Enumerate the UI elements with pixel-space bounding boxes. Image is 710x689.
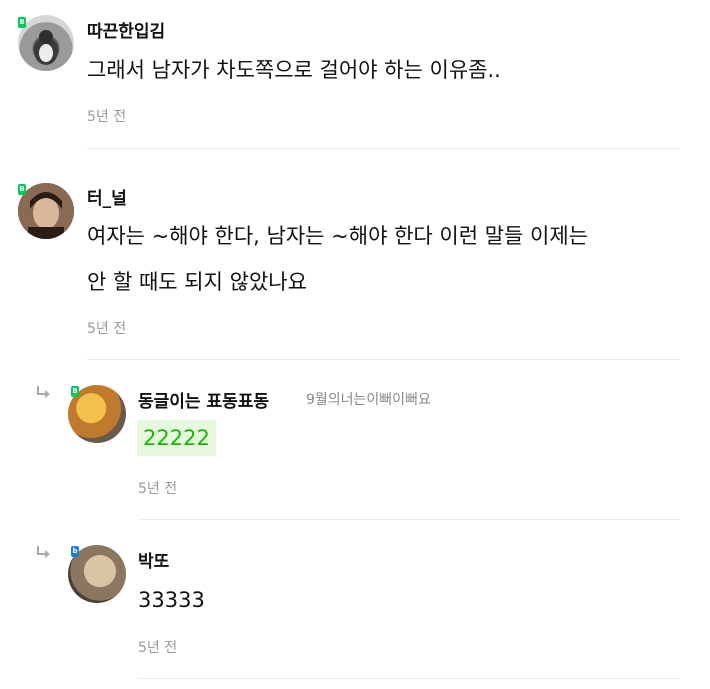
comment-text-line: 여자는 ~해야 한다, 남자는 ~해야 한다 이런 말들 이제는 [87, 224, 588, 248]
comment-text: 그래서 남자가 차도쪽으로 걸어야 하는 이유좀.. [87, 58, 501, 82]
comment-nickname[interactable]: 동글이는 표동표동 [138, 387, 269, 412]
divider [87, 148, 680, 149]
level-badge: B [18, 17, 26, 28]
highlighted-text: 22222 [137, 420, 216, 456]
comment-text: 22222 [137, 418, 216, 458]
comment-nickname[interactable]: 따끈한입김 [87, 17, 165, 42]
reply-arrow-icon [37, 546, 50, 558]
comment-time: 5년 전 [138, 640, 178, 656]
divider [138, 678, 680, 679]
divider [87, 359, 680, 360]
penguin-avatar-icon [34, 30, 58, 65]
comment-time: 5년 전 [138, 481, 178, 497]
comment-subtitle: 9월의너는이뻐이뻐요 [306, 392, 431, 408]
person-avatar-icon [18, 183, 74, 239]
comment-nickname[interactable]: 터_널 [87, 184, 127, 209]
avatar[interactable] [18, 183, 74, 239]
level-badge: B [18, 184, 26, 195]
reply-arrow-icon [37, 386, 50, 398]
comment-time: 5년 전 [87, 321, 127, 337]
comment-text: 33333 [138, 588, 205, 612]
comment-text-line: 안 할 때도 되지 않았나요 [87, 270, 307, 294]
comment-time: 5년 전 [87, 109, 127, 125]
avatar[interactable] [18, 15, 74, 71]
level-badge: B [71, 386, 79, 397]
comment-nickname[interactable]: 박또 [138, 547, 169, 572]
divider [138, 519, 680, 520]
level-badge: b [71, 546, 79, 557]
